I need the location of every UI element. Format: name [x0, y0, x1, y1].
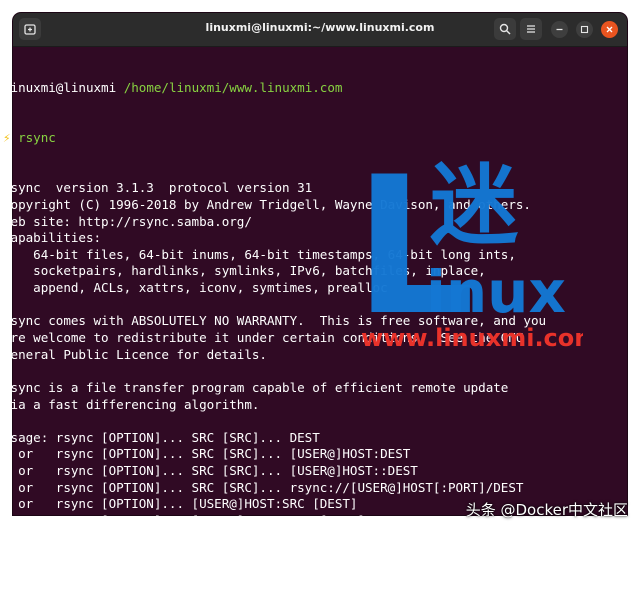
output-line: via a fast differencing algorithm.	[3, 396, 260, 412]
output-line: socketpairs, hardlinks, symlinks, IPv6, …	[3, 263, 486, 279]
output-line: or rsync [OPTION]... SRC [SRC]... [USER@…	[3, 463, 418, 479]
output-line: 64-bit files, 64-bit inums, 64-bit times…	[3, 246, 516, 262]
output-line: or rsync [OPTION]... SRC [SRC]... [USER@…	[3, 446, 411, 462]
command-line: ⚡ rsync	[3, 130, 611, 147]
prompt-user: linuxmi@linuxmi	[3, 80, 117, 96]
output-line: or rsync [OPTION]... SRC [SRC]... rsync:…	[3, 479, 524, 495]
title-bar: linuxmi@linuxmi:~/www.linuxmi.com	[13, 13, 627, 47]
output-line: Usage: rsync [OPTION]... SRC [SRC]... DE…	[3, 429, 320, 445]
close-button[interactable]	[601, 21, 618, 38]
minimize-button[interactable]	[551, 21, 568, 38]
minimize-icon	[556, 28, 563, 31]
terminal-output[interactable]: linuxmi@linuxmi /home/linuxmi/www.linuxm…	[3, 47, 611, 578]
output-line: append, ACLs, xattrs, iconv, symtimes, p…	[3, 280, 388, 296]
bolt-icon: ⚡	[3, 130, 11, 146]
output-line: rsync is a file transfer program capable…	[3, 379, 509, 395]
command-text: rsync	[18, 130, 56, 146]
output-line: rsync comes with ABSOLUTELY NO WARRANTY.…	[3, 313, 547, 329]
output-line: are welcome to redistribute it under cer…	[3, 329, 524, 345]
output-line: to an rsync daemon, and require SRC or D…	[3, 562, 547, 578]
maximize-icon	[580, 25, 589, 34]
output-line: The ':' usages connect via remote shell,…	[3, 546, 599, 562]
search-icon	[499, 23, 511, 35]
menu-button[interactable]	[520, 18, 542, 40]
search-button[interactable]	[494, 18, 516, 40]
output-line: Web site: http://rsync.samba.org/	[3, 213, 252, 229]
output-line: Copyright (C) 1996-2018 by Andrew Tridge…	[3, 196, 531, 212]
hamburger-menu-icon	[527, 25, 535, 33]
prompt-path: /home/linuxmi/www.linuxmi.com	[123, 80, 343, 96]
output-line: General Public Licence for details.	[3, 346, 267, 362]
prompt-line: linuxmi@linuxmi /home/linuxmi/www.linuxm…	[3, 80, 611, 97]
close-icon	[606, 26, 613, 33]
output-line: or rsync [OPTION]... rsync://[USER@]HOST…	[3, 529, 471, 545]
output-line: Capabilities:	[3, 230, 102, 246]
output-line: rsync version 3.1.3 protocol version 31	[3, 180, 313, 196]
footer-watermark: 头条 @Docker中文社区	[465, 501, 628, 519]
maximize-button[interactable]	[576, 21, 593, 38]
